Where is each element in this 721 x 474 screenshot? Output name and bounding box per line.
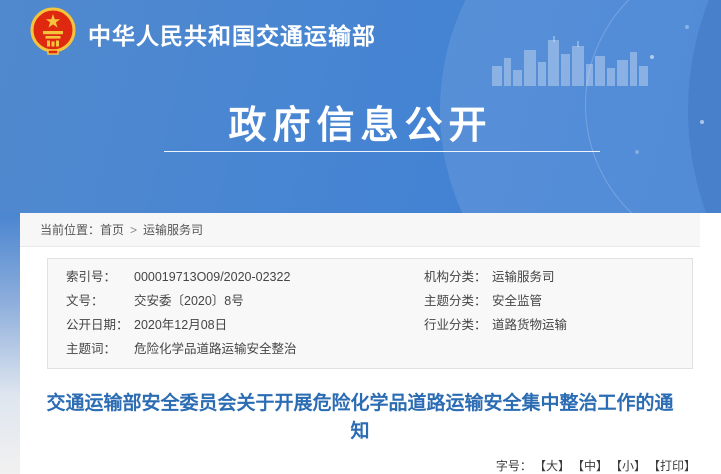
font-size-small-button[interactable]: 【小】	[616, 459, 646, 473]
field-label: 主题词：	[48, 337, 134, 361]
field-index-number: 索引号： 000019713O09/2020-02322	[48, 265, 406, 289]
field-value: 危险化学品道路运输安全整治	[134, 337, 406, 361]
page-title: 政府信息公开	[0, 94, 721, 149]
field-publish-date: 公开日期： 2020年12月08日	[48, 313, 406, 337]
field-subject-category: 主题分类： 安全监管	[406, 289, 692, 313]
breadcrumb-label: 当前位置：	[40, 223, 100, 237]
field-industry-category: 行业分类： 道路货物运输	[406, 313, 692, 337]
decor-dot	[635, 150, 639, 154]
field-label: 索引号：	[48, 265, 134, 289]
field-label: 公开日期：	[48, 313, 134, 337]
field-document-number: 文号： 交安委〔2020〕8号	[48, 289, 406, 313]
title-underline	[164, 151, 600, 152]
city-skyline-icon	[492, 36, 652, 86]
field-value: 000019713O09/2020-02322	[134, 265, 406, 289]
field-label: 主题分类：	[406, 289, 492, 313]
font-size-label: 字号：	[496, 459, 532, 473]
site-title: 中华人民共和国交通运输部	[88, 17, 376, 51]
content-area: 当前位置：首页 > 运输服务司 索引号： 000019713O09/2020-023…	[20, 213, 700, 474]
field-label: 文号：	[48, 289, 134, 313]
table-row: 公开日期： 2020年12月08日 行业分类： 道路货物运输	[48, 313, 692, 337]
field-empty	[406, 337, 692, 361]
breadcrumb-separator: >	[130, 223, 137, 237]
field-label: 行业分类：	[406, 313, 492, 337]
field-value: 2020年12月08日	[134, 313, 406, 337]
table-row: 文号： 交安委〔2020〕8号 主题分类： 安全监管	[48, 289, 692, 313]
font-size-large-button[interactable]: 【大】	[540, 459, 570, 473]
field-value	[492, 337, 692, 361]
field-value: 交安委〔2020〕8号	[134, 289, 406, 313]
document-metadata-table: 索引号： 000019713O09/2020-02322 机构分类： 运输服务司…	[47, 258, 693, 369]
breadcrumb-home-link[interactable]: 首页	[100, 223, 124, 237]
field-label: 机构分类：	[406, 265, 492, 289]
breadcrumb: 当前位置：首页 > 运输服务司	[20, 213, 700, 247]
font-size-medium-button[interactable]: 【中】	[578, 459, 608, 473]
field-value: 安全监管	[492, 289, 692, 313]
document-title: 交通运输部安全委员会关于开展危险化学品道路运输安全集中整治工作的通知	[20, 390, 700, 445]
decor-dot	[685, 25, 689, 29]
print-button[interactable]: 【打印】	[654, 459, 696, 473]
field-value: 道路货物运输	[492, 313, 692, 337]
field-agency-category: 机构分类： 运输服务司	[406, 265, 692, 289]
field-value: 运输服务司	[492, 265, 692, 289]
field-label	[406, 337, 492, 361]
table-row: 主题词： 危险化学品道路运输安全整治	[48, 337, 692, 361]
field-keywords: 主题词： 危险化学品道路运输安全整治	[48, 337, 406, 361]
site-header-banner: 中华人民共和国交通运输部 政府信息公开	[0, 0, 721, 213]
page: 中华人民共和国交通运输部 政府信息公开 当前位置：首页 > 运输服务司 索引号： 0…	[0, 0, 721, 474]
table-row: 索引号： 000019713O09/2020-02322 机构分类： 运输服务司	[48, 265, 692, 289]
left-gradient-strip	[0, 213, 20, 474]
breadcrumb-section-link[interactable]: 运输服务司	[143, 223, 203, 237]
national-emblem-icon	[30, 6, 76, 56]
font-size-toolbar: 字号： 【大】【中】【小】【打印】	[20, 457, 700, 474]
